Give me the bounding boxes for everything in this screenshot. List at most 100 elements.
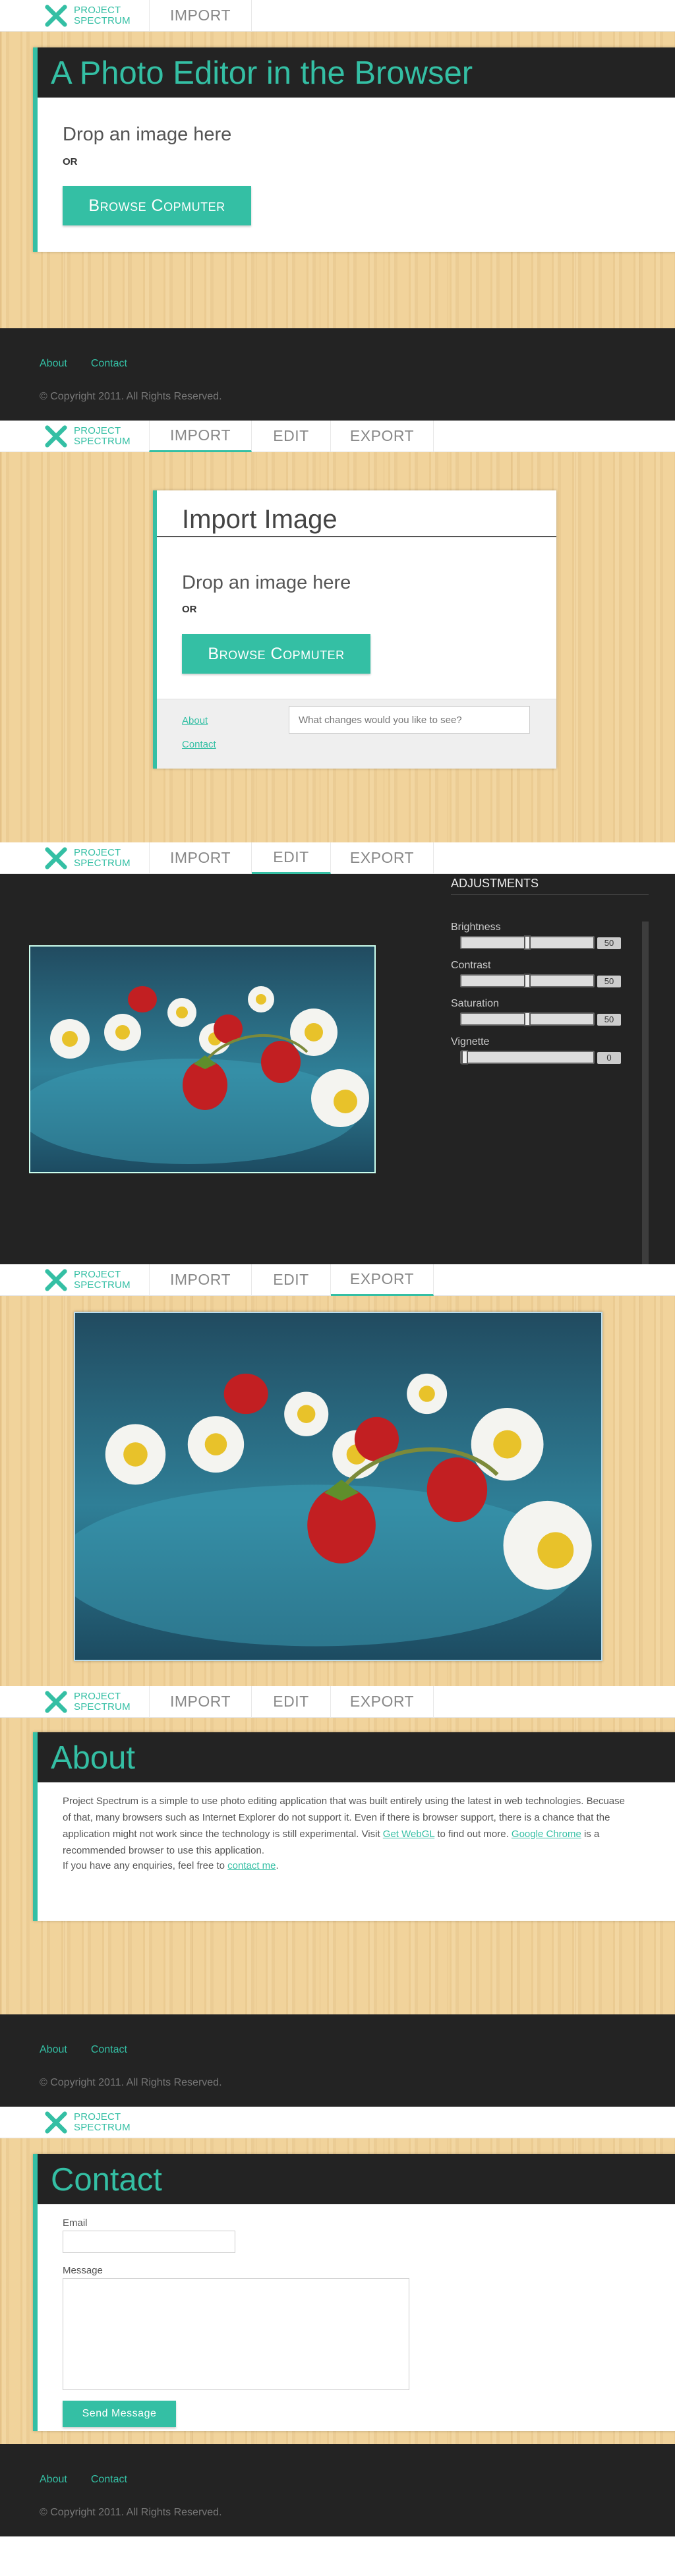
brand-line2: SPECTRUM (74, 1279, 131, 1291)
message-field[interactable] (63, 2278, 409, 2390)
brand-line2: SPECTRUM (74, 857, 131, 869)
contact-section: PROJECT SPECTRUM Contact Email Message Se… (0, 2107, 675, 2444)
enquiries-end: . (276, 1860, 279, 1871)
slider-label: Brightness (451, 922, 501, 933)
x-logo-icon (45, 1268, 67, 1291)
home-section: PROJECT SPECTRUM IMPORT A Photo Editor in… (0, 0, 675, 328)
footer-contact-link[interactable]: Contact (91, 2044, 127, 2056)
footer-about-link[interactable]: About (40, 358, 67, 370)
slider-thumb[interactable] (524, 935, 531, 950)
slider-thumb[interactable] (524, 974, 531, 988)
slider-label: Contrast (451, 960, 491, 971)
tab-import[interactable]: IMPORT (149, 421, 252, 452)
slider-value: 0 (597, 1052, 621, 1064)
slider-track[interactable] (460, 1050, 595, 1065)
slider-value: 50 (597, 1014, 621, 1026)
import-title: Import Image (182, 505, 338, 534)
about-text-2: to find out more. (434, 1829, 512, 1840)
brand-logo[interactable]: PROJECT SPECTRUM (44, 1686, 149, 1718)
footer-about-link[interactable]: About (40, 2474, 67, 2486)
contact-me-link[interactable]: contact me (227, 1860, 276, 1871)
tab-import[interactable]: IMPORT (149, 0, 252, 32)
about-paragraph: Project Spectrum is a simple to use phot… (63, 1793, 630, 1859)
slider-track[interactable] (460, 935, 595, 950)
about-section: PROJECT SPECTRUM IMPORT EDIT EXPORT About… (0, 1686, 675, 2014)
drop-zone-label[interactable]: Drop an image here (182, 572, 351, 594)
tab-edit[interactable]: EDIT (252, 1686, 331, 1718)
drop-zone-label[interactable]: Drop an image here (63, 124, 231, 146)
or-label: OR (63, 156, 78, 167)
contact-link[interactable]: Contact (182, 739, 216, 750)
footer-about-link[interactable]: About (40, 2044, 67, 2056)
slider-row: Saturation 50 (451, 998, 622, 1026)
browse-computer-button[interactable]: Browse Copmuter (182, 634, 370, 674)
top-nav: PROJECT SPECTRUM IMPORT (0, 0, 675, 32)
browse-computer-button[interactable]: Browse Copmuter (63, 186, 251, 225)
brand-line1: PROJECT (74, 424, 121, 436)
import-panel: Import Image Drop an image here OR Brows… (153, 490, 556, 769)
slider-row: Contrast 50 (451, 960, 622, 988)
tab-export[interactable]: EXPORT (331, 421, 434, 452)
email-field[interactable] (63, 2231, 235, 2253)
slider-thumb[interactable] (461, 1050, 468, 1065)
about-link[interactable]: About (182, 715, 208, 726)
footer-contact-link[interactable]: Contact (91, 2474, 127, 2486)
tab-import[interactable]: IMPORT (149, 1264, 252, 1296)
adjustments-heading: ADJUSTMENTS (451, 877, 649, 895)
brand-line1: PROJECT (74, 846, 121, 858)
edit-canvas-photo[interactable] (29, 945, 376, 1173)
brand-line1: PROJECT (74, 1690, 121, 1702)
tab-export[interactable]: EXPORT (331, 1264, 434, 1296)
brand-line2: SPECTRUM (74, 435, 131, 447)
copyright: © Copyright 2011. All Rights Reserved. (40, 2507, 222, 2518)
brand-logo[interactable]: PROJECT SPECTRUM (44, 0, 149, 32)
brand-logo[interactable]: PROJECT SPECTRUM (44, 842, 149, 874)
slider-label: Saturation (451, 998, 499, 1009)
copyright: © Copyright 2011. All Rights Reserved. (40, 2077, 222, 2088)
brand-logo[interactable]: PROJECT SPECTRUM (44, 421, 149, 452)
tab-edit[interactable]: EDIT (252, 421, 331, 452)
brand-line2: SPECTRUM (74, 2121, 131, 2133)
tab-import[interactable]: IMPORT (149, 1686, 252, 1718)
top-nav: PROJECT SPECTRUM IMPORT EDIT EXPORT (0, 421, 675, 452)
slider-value: 50 (597, 937, 621, 949)
top-nav: PROJECT SPECTRUM (0, 2107, 675, 2138)
slider-track[interactable] (460, 1012, 595, 1026)
brand-line1: PROJECT (74, 1268, 121, 1280)
adjustments-panel: ADJUSTMENTS Brightness 50 Contrast 50 Satura… (451, 877, 650, 1264)
page-title: Contact (38, 2154, 675, 2204)
adjustments-scrollbar[interactable] (642, 922, 649, 1264)
x-logo-icon (45, 2111, 67, 2134)
google-chrome-link[interactable]: Google Chrome (512, 1829, 581, 1840)
export-section: PROJECT SPECTRUM IMPORT EDIT EXPORT (0, 1264, 675, 1686)
slider-thumb[interactable] (524, 1012, 531, 1026)
x-logo-icon (45, 424, 67, 448)
x-logo-icon (45, 1690, 67, 1713)
strawberry-photo-large (75, 1313, 601, 1660)
top-nav: PROJECT SPECTRUM IMPORT EDIT EXPORT (0, 842, 675, 874)
brand-logo[interactable]: PROJECT SPECTRUM (44, 2107, 149, 2138)
tab-edit[interactable]: EDIT (252, 842, 331, 874)
contact-panel: Contact Email Message Send Message (33, 2154, 675, 2431)
slider-row: Vignette 0 (451, 1036, 622, 1065)
tab-import[interactable]: IMPORT (149, 842, 252, 874)
slider-value: 50 (597, 976, 621, 987)
x-logo-icon (45, 846, 67, 869)
strawberry-photo (30, 947, 374, 1172)
import-section: PROJECT SPECTRUM IMPORT EDIT EXPORT Impor… (0, 421, 675, 842)
top-nav: PROJECT SPECTRUM IMPORT EDIT EXPORT (0, 1686, 675, 1718)
get-webgl-link[interactable]: Get WebGL (383, 1829, 434, 1840)
brand-line2: SPECTRUM (74, 15, 131, 26)
export-photo[interactable] (74, 1312, 602, 1661)
tab-export[interactable]: EXPORT (331, 842, 434, 874)
slider-label: Vignette (451, 1036, 490, 1047)
footer-contact-link[interactable]: Contact (91, 358, 127, 370)
tab-edit[interactable]: EDIT (252, 1264, 331, 1296)
or-label: OR (182, 604, 197, 615)
send-message-button[interactable]: Send Message (63, 2401, 176, 2427)
feedback-input[interactable] (289, 706, 530, 734)
slider-track[interactable] (460, 974, 595, 988)
brand-logo[interactable]: PROJECT SPECTRUM (44, 1264, 149, 1296)
tab-export[interactable]: EXPORT (331, 1686, 434, 1718)
copyright: © Copyright 2011. All Rights Reserved. (40, 391, 222, 402)
